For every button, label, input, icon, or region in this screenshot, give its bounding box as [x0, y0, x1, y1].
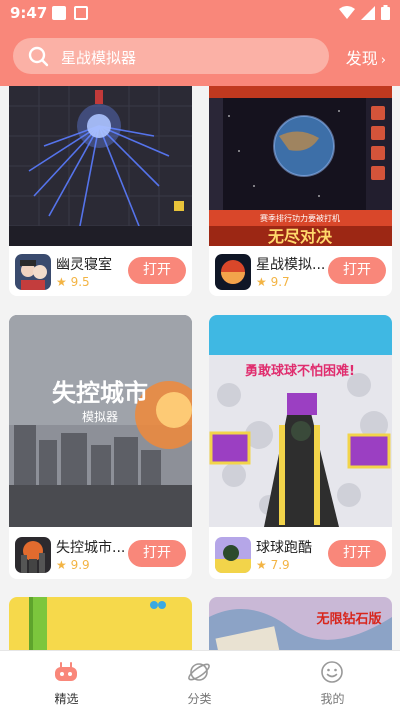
- star-icon: ★: [256, 275, 267, 289]
- game-thumbnail: [9, 86, 192, 246]
- planet-icon: [188, 663, 210, 681]
- app-notification-icon: [74, 6, 88, 20]
- app-icon: [15, 254, 51, 290]
- game-card[interactable]: 赛季排行功力要被打机 无尽对决 星战模拟... ★ 9.7 打开: [209, 86, 392, 296]
- thumb-title: 失控城市: [52, 379, 148, 407]
- signal-icon: [361, 5, 375, 20]
- notification-icon: [52, 6, 66, 20]
- gamepad-icon: [55, 662, 77, 681]
- app-icon: [215, 254, 251, 290]
- header: 星战模拟器 发现 ›: [0, 28, 400, 86]
- battery-icon: [381, 5, 390, 20]
- app-icon: [15, 537, 51, 573]
- app-name: 幽灵寝室: [56, 257, 112, 273]
- game-card[interactable]: 失控城市 模拟器 失控城市... ★ 9.9 打开: [9, 315, 192, 579]
- open-button[interactable]: 打开: [128, 257, 186, 284]
- game-thumbnail: 勇敢球球不怕困难!: [209, 315, 392, 527]
- tab-label: 分类: [187, 692, 212, 706]
- rating: ★ 9.9: [56, 558, 90, 572]
- app-name: 失控城市...: [56, 540, 126, 556]
- game-thumbnail: 无限钻石版: [209, 597, 392, 650]
- search-icon: [28, 46, 49, 67]
- rating: ★ 9.7: [256, 275, 290, 289]
- tab-label: 精选: [54, 692, 79, 706]
- thumb-title: 勇敢球球不怕困难!: [245, 363, 355, 379]
- open-button[interactable]: 打开: [328, 540, 386, 567]
- game-card[interactable]: 勇敢球球不怕困难! 球球跑酷 ★ 7.9 打开: [209, 315, 392, 579]
- star-icon: ★: [56, 275, 67, 289]
- app-name: 球球跑酷: [256, 540, 312, 556]
- game-thumbnail: [9, 597, 192, 650]
- status-bar: 9:47: [0, 0, 400, 28]
- tab-label: 我的: [320, 692, 345, 706]
- thumb-title: 无限钻石版: [315, 611, 381, 627]
- game-thumbnail: 失控城市 模拟器: [9, 315, 192, 527]
- star-icon: ★: [56, 558, 67, 572]
- status-time: 9:47: [10, 4, 48, 22]
- bottom-tab-bar: 精选 分类 我的: [0, 650, 400, 711]
- game-card[interactable]: 幽灵寝室 ★ 9.5 打开: [9, 86, 192, 296]
- game-grid: 幽灵寝室 ★ 9.5 打开 赛季排行功力要被打机 无尽对决 星战模拟... ★ …: [0, 86, 400, 650]
- open-button[interactable]: 打开: [328, 257, 386, 284]
- rating: ★ 7.9: [256, 558, 290, 572]
- thumb-banner: 赛季排行功力要被打机: [260, 213, 340, 223]
- search-placeholder: 星战模拟器: [61, 49, 137, 67]
- app-name: 星战模拟...: [256, 257, 326, 273]
- tab-mine[interactable]: 我的: [266, 651, 399, 711]
- chevron-right-icon: ›: [380, 53, 386, 68]
- tab-featured[interactable]: 精选: [0, 651, 133, 711]
- game-card[interactable]: 无限钻石版: [209, 597, 392, 650]
- game-card[interactable]: [9, 597, 192, 650]
- star-icon: ★: [256, 558, 267, 572]
- app-icon: [215, 537, 251, 573]
- search-input[interactable]: 星战模拟器: [13, 38, 329, 74]
- discover-link[interactable]: 发现 ›: [346, 45, 386, 69]
- tab-category[interactable]: 分类: [133, 651, 266, 711]
- thumb-banner-title: 无尽对决: [267, 227, 333, 246]
- smiley-icon: [321, 661, 343, 683]
- wifi-icon: [339, 5, 355, 19]
- open-button[interactable]: 打开: [128, 540, 186, 567]
- discover-label: 发现: [345, 49, 378, 68]
- thumb-subtitle: 模拟器: [82, 410, 118, 424]
- game-thumbnail: 赛季排行功力要被打机 无尽对决: [209, 86, 392, 246]
- rating: ★ 9.5: [56, 275, 90, 289]
